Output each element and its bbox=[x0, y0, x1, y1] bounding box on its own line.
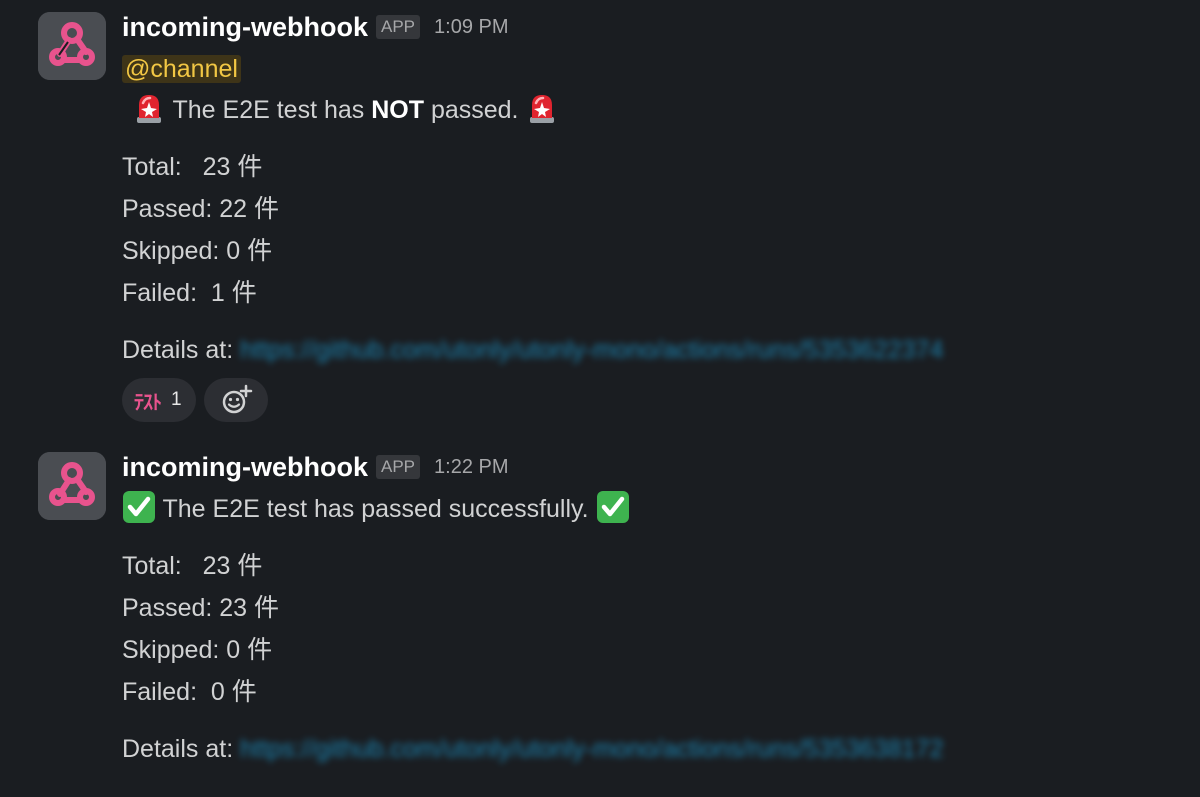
total-line: Total: 23 件 bbox=[122, 552, 263, 580]
test-reaction-emoji: ﾃｽﾄ bbox=[134, 389, 162, 414]
failed-line: Failed: 1 件 bbox=[122, 279, 257, 307]
webhook-icon bbox=[38, 452, 106, 520]
reaction-count: 1 bbox=[171, 389, 182, 410]
status-text-bold: NOT bbox=[371, 96, 424, 124]
webhook-icon bbox=[38, 12, 106, 80]
app-badge: APP bbox=[376, 455, 421, 479]
details-line: Details at: https://github.com/utonly/ut… bbox=[122, 333, 943, 367]
mention-line: @channel bbox=[122, 52, 241, 86]
webhook-avatar[interactable] bbox=[38, 12, 106, 80]
timestamp[interactable]: 1:22 PM bbox=[434, 456, 508, 479]
add-reaction-button[interactable] bbox=[203, 378, 268, 422]
passed-line: Passed: 23 件 bbox=[122, 594, 280, 622]
status-text-pre: The E2E test has bbox=[166, 96, 372, 124]
rotating-light-icon bbox=[525, 91, 559, 125]
details-label: Details at: bbox=[122, 735, 234, 763]
status-line: The E2E test has passed successfully. bbox=[122, 490, 630, 526]
rotating-light-icon bbox=[132, 91, 166, 125]
reaction-pill[interactable]: ﾃｽﾄ 1 bbox=[122, 378, 196, 422]
message-header: incoming-webhook APP 1:22 PM bbox=[122, 450, 509, 484]
status-text: The E2E test has passed successfully. bbox=[156, 495, 596, 523]
details-link[interactable]: https://github.com/utonly/utonly-mono/ac… bbox=[240, 336, 943, 364]
app-badge: APP bbox=[376, 15, 421, 39]
sender-name[interactable]: incoming-webhook bbox=[122, 12, 368, 43]
webhook-avatar[interactable] bbox=[38, 452, 106, 520]
failed-line: Failed: 0 件 bbox=[122, 678, 257, 706]
details-line: Details at: https://github.com/utonly/ut… bbox=[122, 732, 943, 766]
details-label: Details at: bbox=[122, 336, 234, 364]
timestamp[interactable]: 1:09 PM bbox=[434, 16, 508, 39]
details-link[interactable]: https://github.com/utonly/utonly-mono/ac… bbox=[240, 735, 943, 763]
reactions-bar: ﾃｽﾄ 1 bbox=[122, 378, 268, 422]
status-line: The E2E test has NOT passed. bbox=[132, 93, 559, 127]
message-header: incoming-webhook APP 1:09 PM bbox=[122, 10, 509, 44]
channel-mention[interactable]: @channel bbox=[122, 55, 241, 83]
sender-name[interactable]: incoming-webhook bbox=[122, 452, 368, 483]
skipped-line: Skipped: 0 件 bbox=[122, 636, 273, 664]
status-text-post: passed. bbox=[424, 96, 526, 124]
skipped-line: Skipped: 0 件 bbox=[122, 237, 273, 265]
passed-line: Passed: 22 件 bbox=[122, 195, 280, 223]
white-check-mark-icon bbox=[122, 490, 156, 524]
total-line: Total: 23 件 bbox=[122, 153, 263, 181]
add-emoji-icon bbox=[222, 384, 252, 414]
white-check-mark-icon bbox=[596, 490, 630, 524]
